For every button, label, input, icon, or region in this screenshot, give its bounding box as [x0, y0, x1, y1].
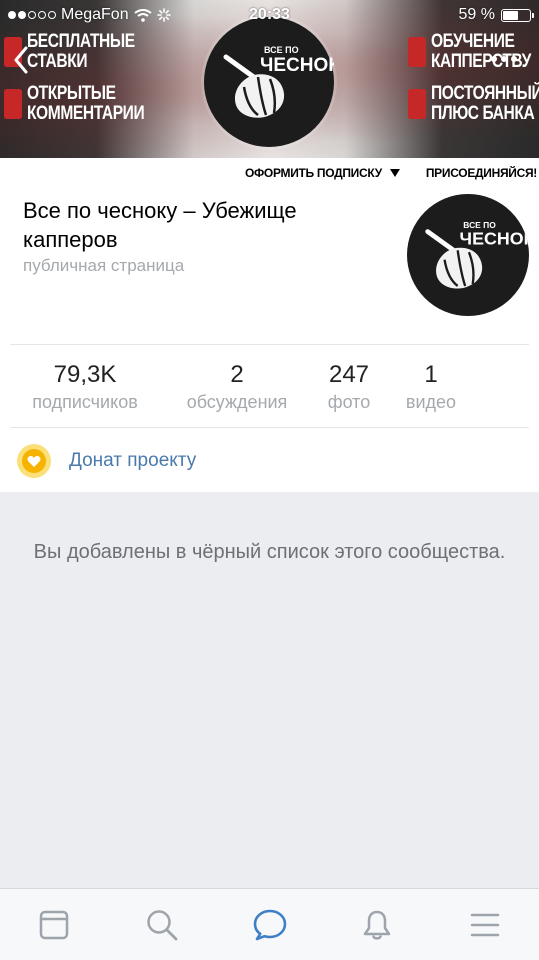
stat-discussions[interactable]: 2 обсуждения [187, 360, 288, 414]
messages-icon [253, 909, 287, 941]
community-avatar[interactable]: ВСЕ ПО ЧЕСНОКУ [407, 194, 529, 316]
status-bar-right: 59 % [458, 6, 534, 24]
news-feed-icon [39, 910, 69, 940]
loading-spinner-icon [156, 8, 171, 22]
stat-label: обсуждения [186, 392, 288, 412]
community-cover: БЕСПЛАТНЫЕ СТАВКИ ОТКРЫТЫЕ КОММЕНТАРИИ О… [0, 0, 539, 158]
promo-text: ОТКРЫТЫЕ КОММЕНТАРИИ [26, 83, 145, 124]
notifications-bell-icon [363, 910, 391, 940]
stat-value: 247 [328, 361, 370, 388]
community-name: Все по чесноку – Убежище капперов [23, 198, 297, 252]
community-header-card: ОФОРМИТЬ ПОДПИСКУ ПРИСОЕДИНЯЙСЯ! Все по … [0, 158, 539, 492]
stat-label: видео [405, 392, 457, 412]
more-options-button[interactable] [487, 48, 521, 70]
donate-label: Донат проекту [69, 450, 197, 471]
status-bar: MegaFon 20:33 59 % [0, 0, 539, 30]
back-button[interactable] [6, 40, 36, 80]
cover-actions: ОФОРМИТЬ ПОДПИСКУ ПРИСОЕДИНЯЙСЯ! [245, 166, 539, 180]
garlic-logo-icon: ВСЕ ПО ЧЕСНОКУ [425, 220, 529, 289]
stat-subscribers[interactable]: 79,3K подписчиков [32, 360, 138, 414]
battery-icon [501, 8, 534, 22]
join-button[interactable]: ПРИСОЕДИНЯЙСЯ! [426, 166, 537, 180]
tab-messages[interactable] [250, 905, 290, 945]
carrier-name: MegaFon [61, 6, 129, 23]
donate-link[interactable]: Донат проекту [17, 443, 196, 479]
status-bar-left: MegaFon [8, 6, 171, 24]
promo-text: БЕСПЛАТНЫЕ СТАВКИ [26, 31, 135, 72]
stat-label: подписчиков [32, 392, 138, 412]
signal-strength-icon [8, 11, 56, 19]
heart-coin-icon [17, 444, 51, 478]
stat-videos[interactable]: 1 видео [406, 360, 456, 414]
stat-value: 79,3K [53, 361, 117, 388]
battery-percent: 59 % [458, 6, 495, 23]
community-type: публичная страница [23, 256, 185, 275]
logo-text-big: ЧЕСНОКУ [460, 229, 529, 249]
app-root: БЕСПЛАТНЫЕ СТАВКИ ОТКРЫТЫЕ КОММЕНТАРИИ О… [0, 0, 539, 960]
cover-promo-open-comments: ОТКРЫТЫЕ КОММЕНТАРИИ [4, 83, 145, 124]
shield-check-icon [4, 89, 23, 119]
stat-photos[interactable]: 247 фото [328, 360, 370, 414]
subscribe-dropdown[interactable]: ОФОРМИТЬ ПОДПИСКУ [245, 166, 400, 180]
tab-notifications[interactable] [357, 905, 397, 945]
logo-text-small: ВСЕ ПО [264, 45, 299, 55]
wifi-icon [133, 8, 152, 22]
search-icon [147, 910, 178, 941]
cover-promo-bank-profit: ПОСТОЯННЫЙ ПЛЮС БАНКА [408, 84, 539, 124]
cover-logo: ВСЕ ПО ЧЕСНОКУ [204, 17, 352, 147]
tab-search[interactable] [142, 905, 182, 945]
garlic-logo-icon: ВСЕ ПО ЧЕСНОКУ [223, 45, 352, 118]
blacklist-message: Вы добавлены в чёрный список этого сообщ… [33, 541, 506, 563]
bottom-tab-bar [0, 888, 539, 960]
promo-text: ПОСТОЯННЫЙ ПЛЮС БАНКА [430, 83, 539, 124]
stat-label: фото [327, 392, 371, 412]
stat-value: 2 [230, 361, 244, 388]
divider [10, 344, 529, 345]
subscribe-label: ОФОРМИТЬ ПОДПИСКУ [244, 166, 382, 180]
caret-down-icon [389, 169, 400, 177]
tab-news-feed[interactable] [34, 905, 74, 945]
community-stats: 79,3K подписчиков 2 обсуждения 247 фото … [0, 360, 539, 420]
presentation-icon [408, 37, 427, 67]
growth-chart-icon [408, 89, 427, 119]
stat-value: 1 [424, 361, 438, 388]
divider [10, 427, 529, 428]
menu-icon [470, 913, 500, 937]
chevron-left-icon [14, 46, 28, 74]
logo-text-big: ЧЕСНОКУ [260, 55, 334, 76]
tab-menu[interactable] [465, 905, 505, 945]
